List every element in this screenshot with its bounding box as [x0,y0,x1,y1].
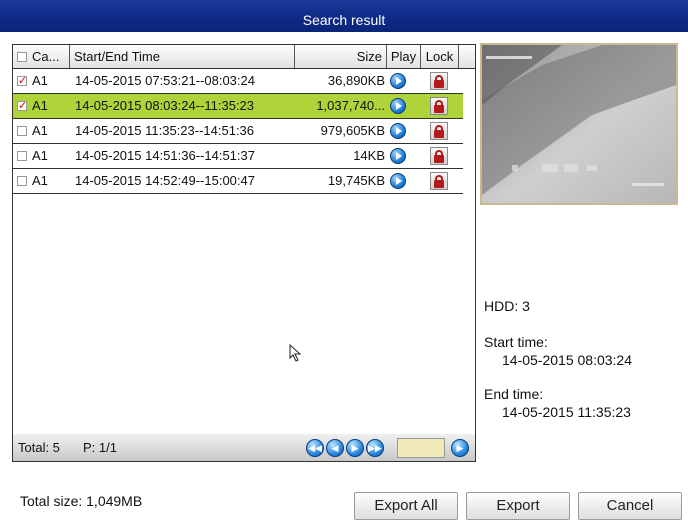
lock-icon[interactable] [430,122,448,140]
row-camera: A1 [32,73,48,88]
prev-page-icon[interactable]: ◀ [326,439,344,457]
dialog-body: Ca... Start/End Time Size Play Lock ✓ A1 1… [0,32,688,521]
table-row[interactable]: ✓ A1 14-05-2015 08:03:24--11:35:23 1,037,74… [13,94,463,119]
lock-icon[interactable] [430,72,448,90]
hdd-label: HDD: 3 [484,298,530,314]
first-page-icon[interactable]: ◀◀ [306,439,324,457]
row-checkbox[interactable] [17,151,27,161]
lock-icon[interactable] [430,97,448,115]
total-size: Total size: 1,049MB [20,493,143,509]
row-size: 979,605KB [320,123,385,138]
header-camera[interactable]: Ca... [13,45,70,68]
row-time: 14-05-2015 11:35:23--14:51:36 [75,123,255,138]
window-title: Search result [0,0,688,32]
row-camera: A1 [32,98,48,113]
lock-body [434,130,444,138]
go-page-icon[interactable]: ▶ [451,439,469,457]
row-camera: A1 [32,123,48,138]
header-lock: Lock [421,45,459,68]
lock-icon[interactable] [430,172,448,190]
row-camera: A1 [32,148,48,163]
table-row[interactable]: A1 14-05-2015 14:52:49--15:00:47 19,745KB [13,169,463,194]
total-count: Total: 5 [18,440,60,455]
row-size: 1,037,740... [316,98,385,113]
video-preview [480,43,678,205]
header-time[interactable]: Start/End Time [70,45,295,68]
play-icon[interactable] [390,98,406,114]
play-icon[interactable] [390,123,406,139]
lock-body [434,105,444,113]
play-icon[interactable] [390,148,406,164]
header-size[interactable]: Size [295,45,387,68]
next-page-icon[interactable]: ▶ [346,439,364,457]
play-icon[interactable] [390,173,406,189]
preview-image [482,45,676,203]
select-all-checkbox[interactable] [17,52,27,62]
export-button[interactable]: Export [466,492,570,520]
header-play: Play [387,45,421,68]
row-time: 14-05-2015 07:53:21--08:03:24 [75,73,255,88]
page-indicator: P: 1/1 [83,440,117,455]
mouse-cursor-icon [289,344,302,362]
row-size: 14KB [353,148,385,163]
row-time: 14-05-2015 08:03:24--11:35:23 [75,98,255,113]
row-checkbox[interactable] [17,126,27,136]
export-all-button[interactable]: Export All [354,492,458,520]
lock-body [434,180,444,188]
lock-body [434,80,444,88]
row-time: 14-05-2015 14:52:49--15:00:47 [75,173,255,188]
row-checkbox[interactable]: ✓ [17,76,27,87]
row-time: 14-05-2015 14:51:36--14:51:37 [75,148,255,163]
row-size: 19,745KB [327,173,385,188]
table-row[interactable]: A1 14-05-2015 11:35:23--14:51:36 979,605KB [13,119,463,144]
table-header: Ca... Start/End Time Size Play Lock [13,45,475,69]
end-time-label: End time: [484,386,544,402]
lock-icon[interactable] [430,147,448,165]
end-time-value: 14-05-2015 11:35:23 [502,404,631,420]
row-checkbox[interactable]: ✓ [17,101,27,112]
page-number-input[interactable] [397,438,445,458]
list-footer: Total: 5 P: 1/1 ◀◀ ◀ ▶ ▶▶ ▶ [12,434,476,462]
header-camera-label: Ca... [32,49,60,64]
start-time-label: Start time: [484,334,548,350]
row-camera: A1 [32,173,48,188]
start-time-value: 14-05-2015 08:03:24 [502,352,632,368]
cancel-button[interactable]: Cancel [578,492,682,520]
table-row[interactable]: A1 14-05-2015 14:51:36--14:51:37 14KB [13,144,463,169]
play-icon[interactable] [390,73,406,89]
table-row[interactable]: ✓ A1 14-05-2015 07:53:21--08:03:24 36,890KB [13,69,463,94]
row-checkbox[interactable] [17,176,27,186]
row-size: 36,890KB [327,73,385,88]
last-page-icon[interactable]: ▶▶ [366,439,384,457]
file-list: Ca... Start/End Time Size Play Lock ✓ A1 1… [12,44,476,435]
lock-body [434,155,444,163]
